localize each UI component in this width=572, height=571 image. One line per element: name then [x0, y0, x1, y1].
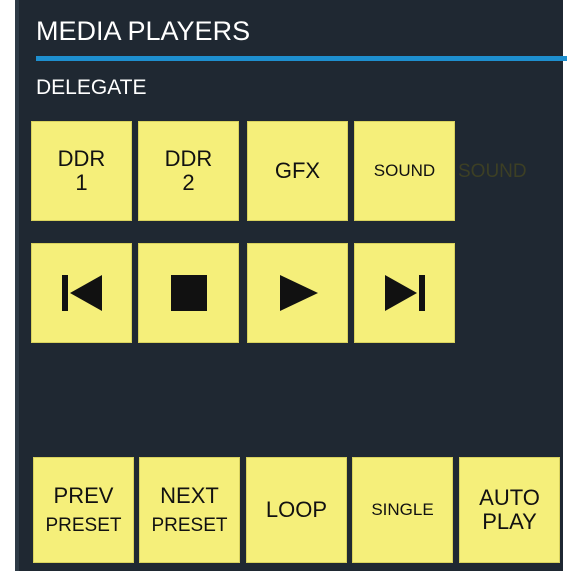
- panel-title: MEDIA PLAYERS: [36, 16, 251, 46]
- title-accent-bar: [36, 56, 567, 61]
- gfx-label: GFX: [274, 158, 321, 184]
- single-label: SINGLE: [371, 499, 434, 519]
- skip-to-start-button[interactable]: [31, 243, 132, 343]
- auto-play-line1: AUTO: [479, 485, 540, 511]
- ddr1-label-line1: DDR: [57, 146, 106, 172]
- ghost-sound-label: SOUND: [458, 161, 527, 182]
- gfx-button[interactable]: GFX: [247, 121, 348, 221]
- single-button[interactable]: SINGLE: [352, 457, 453, 563]
- next-preset-line2: PRESET: [151, 514, 228, 536]
- ddr2-label-line1: DDR: [164, 146, 213, 172]
- prev-preset-button[interactable]: PREV PRESET: [33, 457, 134, 563]
- delegate-section-label: DELEGATE: [36, 76, 147, 99]
- sound-button[interactable]: SOUND: [354, 121, 455, 221]
- next-preset-line1: NEXT: [160, 482, 219, 508]
- skip-to-start-icon: [61, 275, 102, 311]
- auto-play-line2: PLAY: [482, 509, 537, 534]
- ddr2-button[interactable]: DDR 2: [138, 121, 239, 221]
- skip-to-end-icon: [384, 275, 425, 311]
- loop-label: LOOP: [265, 497, 328, 523]
- ddr1-button[interactable]: DDR 1: [31, 121, 132, 221]
- stop-icon: [170, 275, 207, 311]
- prev-preset-line1: PREV: [53, 482, 114, 508]
- ddr2-label-line2: 2: [182, 170, 195, 195]
- prev-preset-line2: PRESET: [45, 514, 122, 536]
- loop-button[interactable]: LOOP: [246, 457, 347, 563]
- sound-label: SOUND: [373, 160, 436, 180]
- play-button[interactable]: [247, 243, 348, 343]
- stop-button[interactable]: [138, 243, 239, 343]
- ddr1-label-line2: 1: [75, 170, 88, 195]
- auto-play-button[interactable]: AUTO PLAY: [459, 457, 560, 563]
- next-preset-button[interactable]: NEXT PRESET: [139, 457, 240, 563]
- skip-to-end-button[interactable]: [354, 243, 455, 343]
- play-icon: [279, 275, 318, 311]
